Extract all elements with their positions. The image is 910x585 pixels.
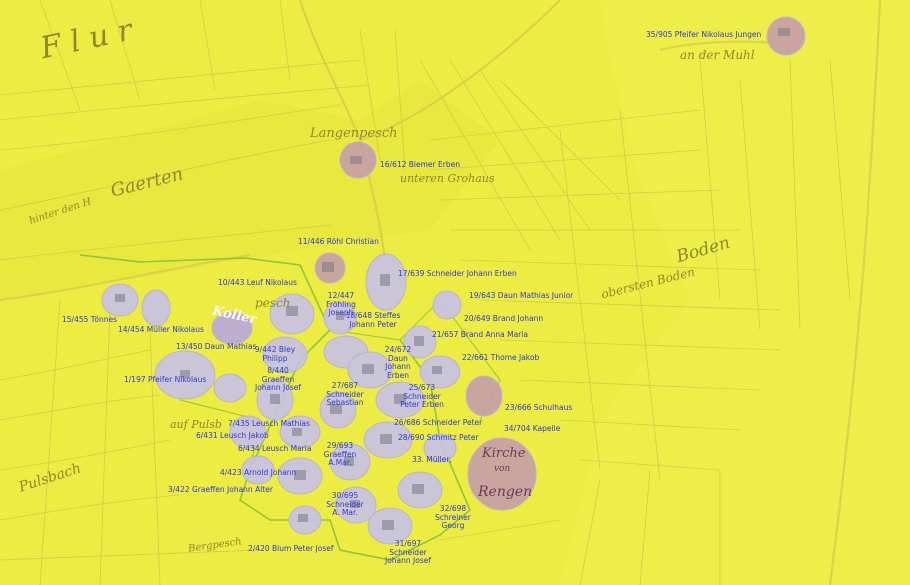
place-langenpesch: Langenpesch (310, 126, 398, 141)
label-22-thome-jakob: 22/661 Thome Jakob (462, 353, 540, 362)
label-29-graeffen-a-mar: 29/693 Graeffen A.Mar. (323, 441, 357, 467)
place-pesch: pesch (255, 296, 291, 310)
label-1-pfeifer-nikolaus: 1/197 Pfeifer Nikolaus (124, 375, 207, 384)
label-16-biemer-erben: 16/612 Biemer Erben (380, 160, 460, 169)
label-28-schmitz-peter: 28/690 Schmitz Peter (398, 433, 479, 442)
place-auf-pulsbach: auf Pulsb (170, 418, 222, 431)
label-10-leuf-nikolaus: 10/443 Leuf Nikolaus (218, 278, 297, 287)
label-6-leusch-jakob: 6/431 Leusch Jakob (196, 431, 269, 440)
label-3-graeffen-johann-alter: 3/422 Graeffen Johann Alter (168, 485, 273, 494)
label-21-brand-anna-maria: 21/657 Brand Anna Maria (432, 330, 528, 339)
label-23-schulhaus: 23/666 Schulhaus (505, 403, 573, 412)
label-4-arnold-johann: 4/423 Arnold Johann (220, 468, 297, 477)
place-an-der-muhl: an der Muhl (680, 48, 755, 62)
label-19-daun-mathias-junior: 19/643 Daun Mathias Junior (469, 291, 574, 300)
label-14-mueller-nikolaus: 14/454 Müller Nikolaus (118, 325, 204, 334)
label-30-schneider-a-mar: 30/695 Schneider A. Mar. (326, 491, 364, 517)
place-kirche: Kirche (482, 446, 526, 461)
label-33-mueller: 33. Müller, (412, 455, 452, 464)
label-8-graeffen-johann-josef: 8/440 Graeffen Johann Josef (254, 366, 301, 392)
label-31-schneider-johann-josef: 31/697 Schneider Johann Josef (384, 539, 431, 565)
label-25-schneider-peter-erben: 25/673 Schneider Peter Erben (400, 383, 444, 409)
label-7-leusch-mathias: 7/435 Leusch Mathias (228, 419, 310, 428)
cadastral-map: F l u r Langenpesch Gaerten hinter den H… (0, 0, 910, 585)
label-17-schneider-johann-erben: 17/639 Schneider Johann Erben (398, 269, 517, 278)
label-18-steffes-johann-peter: 18/648 Steffes Johann Peter (345, 311, 401, 329)
label-34-kapelle: 34/704 Kapelle (504, 424, 561, 433)
place-rengen: Rengen (478, 484, 533, 500)
label-32-schreiner-georg: 32/698 Schreiner Georg (435, 504, 471, 530)
label-24-daun-johann-erben: 24/672 Daun Johann Erben (384, 345, 412, 380)
label-5-leusch-maria: 6/434 Leusch Maria (238, 444, 312, 453)
map-base (0, 0, 910, 585)
label-15-toennes: 15/455 Tönnes (62, 315, 117, 324)
label-11-roehl-christian: 11/446 Röhl Christian (298, 237, 379, 246)
label-20-brand-johann: 20/649 Brand Johann (464, 314, 544, 323)
label-35-pfeifer-nikolaus-jungen: 35/905 Pfeifer Nikolaus Jungen (646, 30, 762, 39)
place-von: von (494, 464, 511, 474)
label-27-schneider-sebastian: 27/687 Schneider Sebastian (326, 381, 364, 407)
label-9-bley-philipp: 9/442 Bley Philipp (254, 345, 296, 363)
place-unteren-grohaus: unteren Grohaus (400, 172, 495, 185)
label-2-blum-peter-josef: 2/420 Blum Peter Josef (248, 544, 334, 553)
label-13-daun-mathias: 13/450 Daun Mathias (176, 342, 257, 351)
label-26-schneider-peter: 26/686 Schneider Peter (394, 418, 483, 427)
